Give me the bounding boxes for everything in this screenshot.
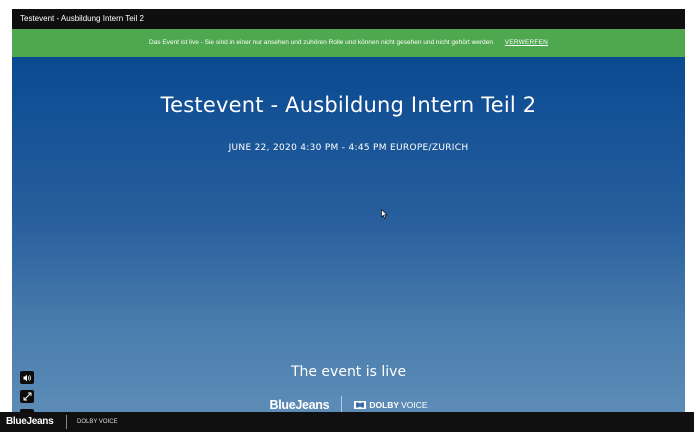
footer-dolby-logo: DOLBY VOICE xyxy=(77,419,118,425)
window-title: Testevent - Ausbildung Intern Teil 2 xyxy=(12,9,685,28)
event-datetime: JUNE 22, 2020 4:30 PM - 4:45 PM EUROPE/Z… xyxy=(228,143,469,153)
dolby-voice-logo: DOLBY VOICE xyxy=(354,400,428,410)
fullscreen-icon xyxy=(23,392,31,401)
volume-button[interactable] xyxy=(20,371,34,384)
live-notice-banner: Das Event ist live - Sie sind in einer n… xyxy=(12,29,685,57)
banner-message: Das Event ist live - Sie sind in einer n… xyxy=(148,39,493,46)
mouse-pointer-icon xyxy=(381,209,388,219)
volume-icon xyxy=(23,374,31,381)
event-status: The event is live xyxy=(290,364,407,380)
dolby-icon xyxy=(354,401,367,409)
bluejeans-logo: BlueJeans xyxy=(269,398,330,412)
dismiss-button[interactable]: VERWERFEN xyxy=(505,39,548,46)
event-stage: Testevent - Ausbildung Intern Teil 2 JUN… xyxy=(12,57,685,422)
fullscreen-button[interactable] xyxy=(20,390,34,403)
footer-divider xyxy=(66,415,67,429)
voice-text: VOICE xyxy=(401,400,428,410)
dolby-text: DOLBY xyxy=(369,400,400,410)
app-window: Testevent - Ausbildung Intern Teil 2 Das… xyxy=(12,9,685,432)
event-title: Testevent - Ausbildung Intern Teil 2 xyxy=(160,93,537,117)
footer-bar: BlueJeans DOLBY VOICE xyxy=(0,412,694,432)
footer-bluejeans-logo: BlueJeans xyxy=(6,416,54,427)
